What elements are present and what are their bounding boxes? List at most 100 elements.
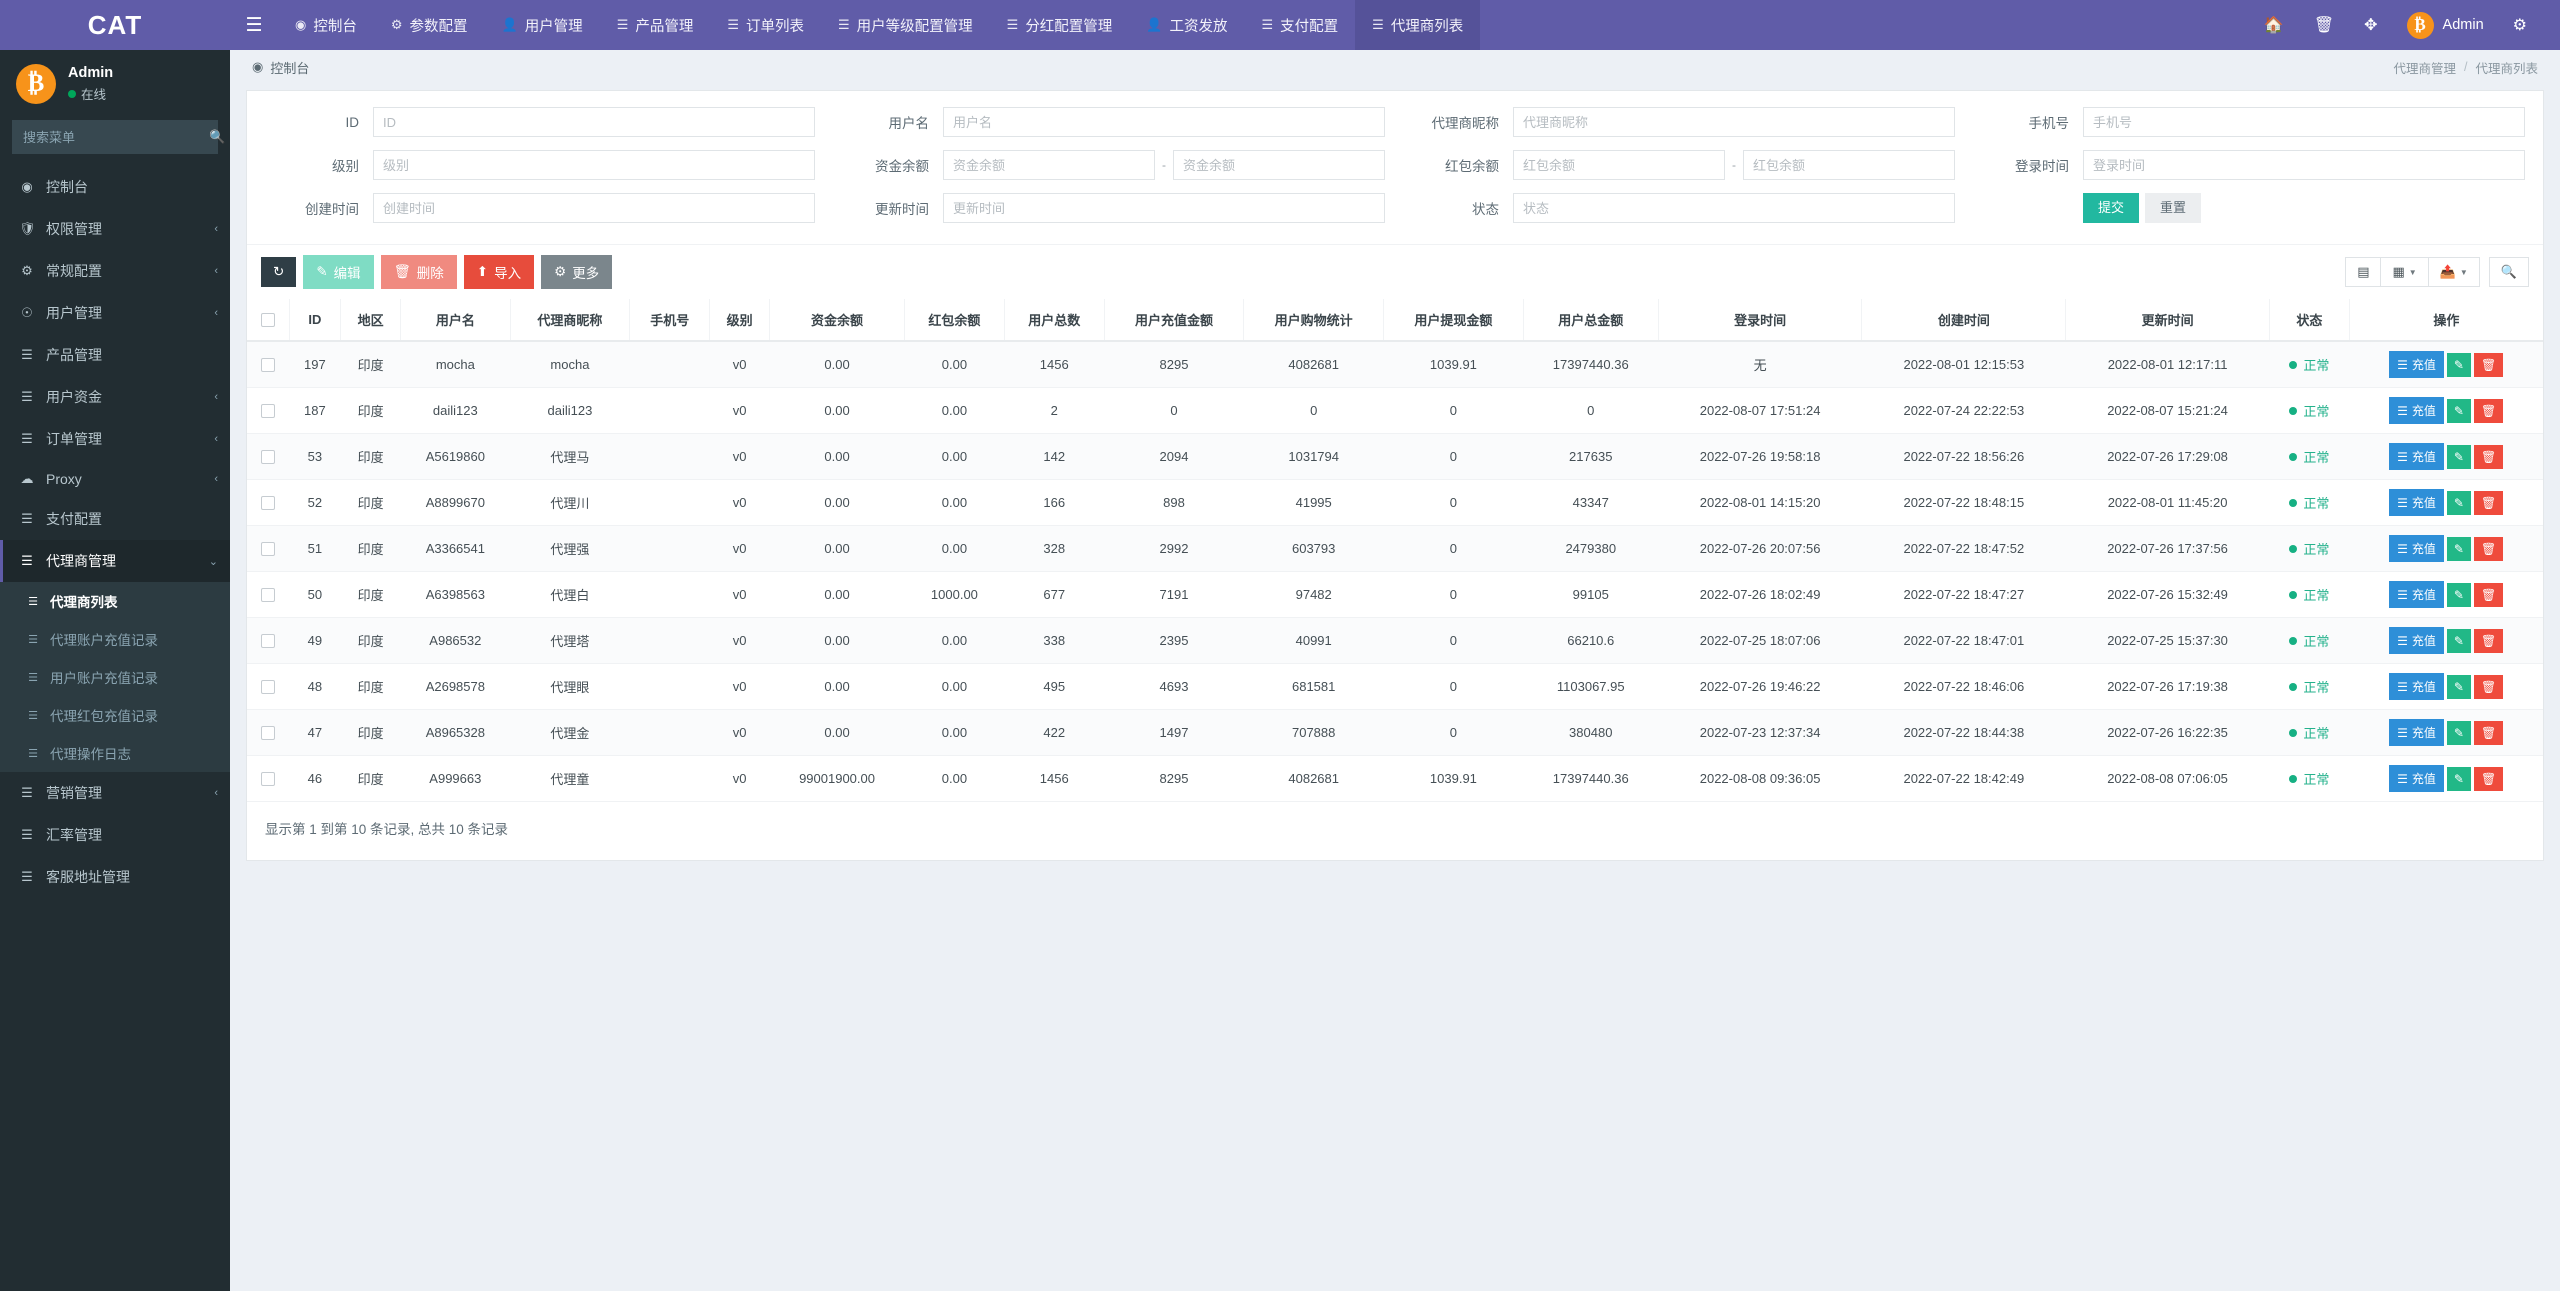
col-login-time[interactable]: 登录时间 <box>1658 299 1863 342</box>
sidebar-item-exchange-rate[interactable]: ☰ 汇率管理 <box>0 814 230 856</box>
breadcrumb-parent[interactable]: 代理商管理 <box>2393 58 2456 77</box>
row-delete-button[interactable]: 🗑 <box>2473 720 2504 745</box>
col-agent-nick[interactable]: 代理商昵称 <box>510 299 631 342</box>
user-menu[interactable]: ₿ Admin <box>2393 0 2498 50</box>
select-all-checkbox[interactable] <box>260 313 275 328</box>
sidebar-item-user-account-recharge-log[interactable]: ☰ 用户账户充值记录 <box>0 658 230 696</box>
row-edit-button[interactable]: ✎ <box>2446 720 2471 745</box>
expand-icon[interactable]: ✥ <box>2349 0 2392 50</box>
col-red-balance[interactable]: 红包余额 <box>904 299 1005 342</box>
sidebar-item-proxy[interactable]: ☁ Proxy ‹ <box>0 460 230 498</box>
recharge-button[interactable]: ☰ 充值 <box>2389 765 2444 792</box>
recharge-button[interactable]: ☰ 充值 <box>2389 489 2444 516</box>
recharge-button[interactable]: ☰ 充值 <box>2389 443 2444 470</box>
col-update-time[interactable]: 更新时间 <box>2065 299 2270 342</box>
col-region[interactable]: 地区 <box>340 299 402 342</box>
sidebar-search[interactable]: 🔍 <box>12 120 225 154</box>
sidebar-item-dashboard[interactable]: ◉ 控制台 <box>0 166 230 208</box>
delete-button[interactable]: 🗑 删除 <box>380 255 457 289</box>
row-edit-button[interactable]: ✎ <box>2446 582 2471 607</box>
breadcrumb-home[interactable]: 控制台 <box>270 58 309 77</box>
sidebar-item-user-management[interactable]: ☉ 用户管理 ‹ <box>0 292 230 334</box>
table-row[interactable]: 49 印度 A986532 代理塔 v0 0.00 0.00 338 2395 40991 0 66… <box>247 617 2543 664</box>
sidebar-item-agent-management[interactable]: ☰ 代理商管理 ⌄ <box>0 540 230 582</box>
search-icon[interactable]: 🔍 <box>209 129 225 145</box>
sidebar-item-order-management[interactable]: ☰ 订单管理 ‹ <box>0 418 230 460</box>
red-balance-to-input[interactable] <box>1743 150 1955 180</box>
sidebar-item-product-management[interactable]: ☰ 产品管理 <box>0 334 230 376</box>
id-input[interactable] <box>373 107 815 137</box>
reset-button[interactable]: 重置 <box>2145 193 2202 223</box>
create-time-input[interactable] <box>373 193 815 223</box>
sidebar-item-general-config[interactable]: ⚙ 常规配置 ‹ <box>0 250 230 292</box>
row-edit-button[interactable]: ✎ <box>2446 674 2471 699</box>
row-edit-button[interactable]: ✎ <box>2446 444 2471 469</box>
row-delete-button[interactable]: 🗑 <box>2473 444 2504 469</box>
recharge-button[interactable]: ☰ 充值 <box>2389 719 2444 746</box>
brand-logo[interactable]: CAT <box>0 0 230 50</box>
topnav-item-users[interactable]: 👤 用户管理 <box>485 0 600 50</box>
col-user-withdraw[interactable]: 用户提现金额 <box>1383 299 1524 342</box>
sidebar-item-marketing[interactable]: ☰ 营销管理 ‹ <box>0 772 230 814</box>
sidebar-toggle-button[interactable]: ☰ <box>230 0 278 50</box>
row-checkbox[interactable] <box>261 542 275 557</box>
topnav-item-payment-config[interactable]: ☰ 支付配置 <box>1245 0 1356 50</box>
recharge-button[interactable]: ☰ 充值 <box>2389 397 2444 424</box>
sidebar-item-agent-list[interactable]: ☰ 代理商列表 <box>0 582 230 620</box>
table-row[interactable]: 50 印度 A6398563 代理白 v0 0.00 1000.00 677 7191 9748… <box>247 571 2543 618</box>
row-checkbox[interactable] <box>261 450 275 465</box>
row-checkbox[interactable] <box>261 588 275 603</box>
row-checkbox[interactable] <box>261 634 275 649</box>
row-edit-button[interactable]: ✎ <box>2446 536 2471 561</box>
sidebar-item-user-funds[interactable]: ☰ 用户资金 ‹ <box>0 376 230 418</box>
row-checkbox[interactable] <box>261 726 275 741</box>
sidebar-item-agent-account-recharge-log[interactable]: ☰ 代理账户充值记录 <box>0 620 230 658</box>
sidebar-item-agent-operation-log[interactable]: ☰ 代理操作日志 <box>0 734 230 772</box>
sidebar-item-agent-redpacket-recharge-log[interactable]: ☰ 代理红包充值记录 <box>0 696 230 734</box>
recharge-button[interactable]: ☰ 充值 <box>2389 535 2444 562</box>
row-checkbox[interactable] <box>261 404 275 419</box>
gears-icon[interactable]: ⚙ <box>2498 0 2542 50</box>
col-id[interactable]: ID <box>289 299 342 342</box>
row-checkbox[interactable] <box>261 496 275 511</box>
import-button[interactable]: ⬆ 导入 <box>463 255 535 289</box>
row-delete-button[interactable]: 🗑 <box>2473 582 2504 607</box>
col-status[interactable]: 状态 <box>2269 299 2350 342</box>
row-edit-button[interactable]: ✎ <box>2446 490 2471 515</box>
row-delete-button[interactable]: 🗑 <box>2473 766 2504 791</box>
username-input[interactable] <box>943 107 1385 137</box>
refresh-button[interactable]: ↻ <box>261 257 297 287</box>
sidebar-item-support-address[interactable]: ☰ 客服地址管理 <box>0 856 230 898</box>
row-edit-button[interactable]: ✎ <box>2446 398 2471 423</box>
row-delete-button[interactable]: 🗑 <box>2473 490 2504 515</box>
edit-button[interactable]: ✎ 编辑 <box>303 255 374 289</box>
status-input[interactable] <box>1513 193 1955 223</box>
topnav-item-orders[interactable]: ☰ 订单列表 <box>710 0 821 50</box>
table-row[interactable]: 52 印度 A8899670 代理川 v0 0.00 0.00 166 898 41995 0 43… <box>247 479 2543 526</box>
recharge-button[interactable]: ☰ 充值 <box>2389 351 2444 378</box>
agent-nick-input[interactable] <box>1513 107 1955 137</box>
recharge-button[interactable]: ☰ 充值 <box>2389 673 2444 700</box>
col-username[interactable]: 用户名 <box>400 299 511 342</box>
sidebar-item-permissions[interactable]: 🛡 权限管理 ‹ <box>0 208 230 250</box>
col-user-total[interactable]: 用户总数 <box>1004 299 1105 342</box>
phone-input[interactable] <box>2083 107 2525 137</box>
col-level[interactable]: 级别 <box>709 299 771 342</box>
topnav-item-params[interactable]: ⚙ 参数配置 <box>374 0 485 50</box>
table-search-button[interactable]: 🔍 <box>2490 258 2528 286</box>
col-create-time[interactable]: 创建时间 <box>1861 299 2067 342</box>
table-row[interactable]: 197 印度 mocha mocha v0 0.00 0.00 1456 8295 408268… <box>247 341 2543 388</box>
topnav-item-salary[interactable]: 👤 工资发放 <box>1129 0 1244 50</box>
row-checkbox[interactable] <box>261 358 275 373</box>
level-input[interactable] <box>373 150 815 180</box>
table-row[interactable]: 47 印度 A8965328 代理金 v0 0.00 0.00 422 1497 707888 0… <box>247 709 2543 756</box>
row-checkbox[interactable] <box>261 772 275 787</box>
sidebar-item-payment-config[interactable]: ☰ 支付配置 <box>0 498 230 540</box>
table-row[interactable]: 187 印度 daili123 daili123 v0 0.00 0.00 2 0 0 0 0 202… <box>247 387 2543 434</box>
row-checkbox[interactable] <box>261 680 275 695</box>
topnav-item-products[interactable]: ☰ 产品管理 <box>600 0 711 50</box>
update-time-input[interactable] <box>943 193 1385 223</box>
more-button[interactable]: ⚙ 更多 <box>541 255 613 289</box>
row-edit-button[interactable]: ✎ <box>2446 352 2471 377</box>
row-delete-button[interactable]: 🗑 <box>2473 674 2504 699</box>
